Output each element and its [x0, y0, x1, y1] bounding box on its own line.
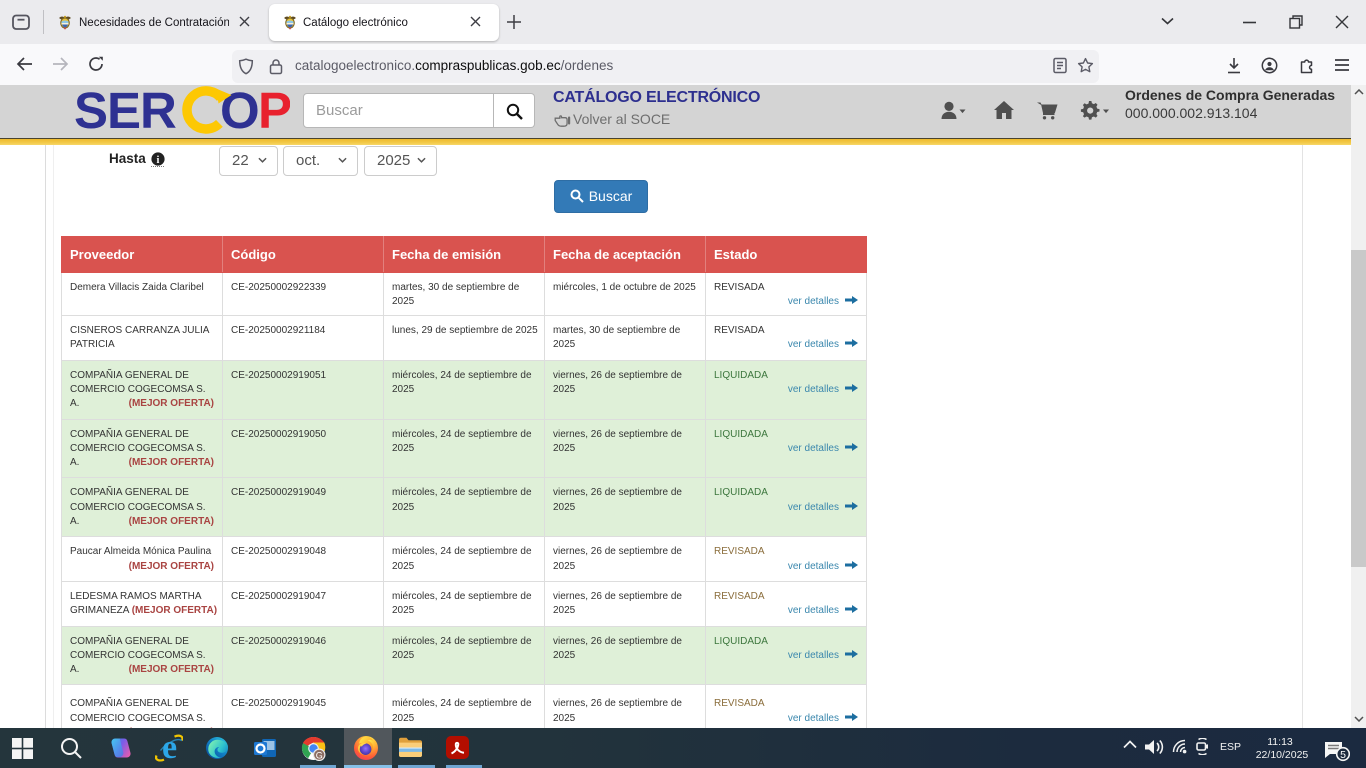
- svg-text:SER: SER: [74, 86, 176, 136]
- svg-text:e: e: [162, 734, 177, 762]
- svg-text:P: P: [258, 86, 290, 136]
- svg-text:i: i: [157, 155, 160, 166]
- svg-text:G: G: [316, 750, 323, 760]
- svg-text:5: 5: [1340, 749, 1346, 761]
